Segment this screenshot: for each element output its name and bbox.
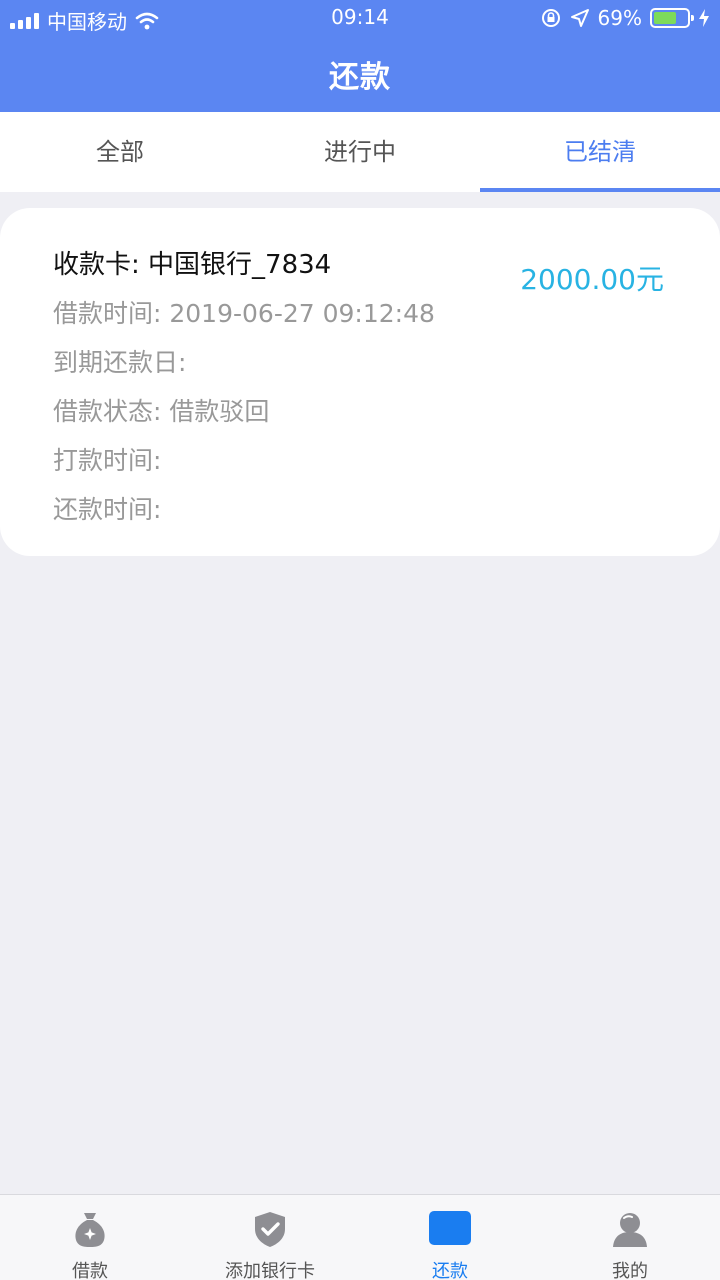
orientation-lock-icon xyxy=(541,9,560,27)
battery-percent: 69% xyxy=(597,6,642,30)
loan-status-text: 借款状态: 借款驳回 xyxy=(53,397,270,426)
bottom-tab-bar: 借款 添加银行卡 还款 我的 xyxy=(0,1194,720,1280)
filter-tabs: 全部 进行中 已结清 xyxy=(0,112,720,192)
tab-settled[interactable]: 已结清 xyxy=(480,112,720,192)
charging-icon xyxy=(699,9,709,27)
tabbar-item-repay[interactable]: 还款 xyxy=(360,1195,540,1280)
battery-icon xyxy=(650,8,694,28)
user-icon xyxy=(613,1213,647,1247)
loan-record-card[interactable]: 收款卡: 中国银行_7834 借款时间: 2019-06-27 09:12:48… xyxy=(0,208,720,556)
receiving-card-text: 收款卡: 中国银行_7834 xyxy=(53,250,332,280)
status-bar: 中国移动 09:14 69% xyxy=(0,0,720,36)
tabbar-label-mine: 我的 xyxy=(612,1261,648,1280)
repay-icon xyxy=(429,1211,471,1245)
tabbar-label-loan: 借款 xyxy=(72,1261,108,1280)
location-icon xyxy=(570,9,589,27)
tabbar-label-repay: 还款 xyxy=(432,1261,468,1280)
tabbar-label-add-card: 添加银行卡 xyxy=(225,1261,315,1280)
money-bag-icon xyxy=(75,1213,105,1247)
tabbar-item-mine[interactable]: 我的 xyxy=(540,1195,720,1280)
due-date-text: 到期还款日: xyxy=(53,348,187,377)
battery-fill xyxy=(654,12,676,24)
tabbar-item-add-card[interactable]: 添加银行卡 xyxy=(180,1195,360,1280)
loan-time-text: 借款时间: 2019-06-27 09:12:48 xyxy=(53,299,435,328)
page-title: 还款 xyxy=(329,60,391,95)
repay-time-text: 还款时间: xyxy=(53,495,162,524)
tabbar-item-loan[interactable]: 借款 xyxy=(0,1195,180,1280)
payout-time-text: 打款时间: xyxy=(53,446,162,475)
app-header: 中国移动 09:14 69% 还款 xyxy=(0,0,720,112)
loan-amount: 2000.00元 xyxy=(520,263,664,296)
status-right: 69% xyxy=(540,6,710,30)
shield-check-icon xyxy=(255,1212,285,1247)
tab-all[interactable]: 全部 xyxy=(0,112,240,192)
tab-in-progress[interactable]: 进行中 xyxy=(240,112,480,192)
